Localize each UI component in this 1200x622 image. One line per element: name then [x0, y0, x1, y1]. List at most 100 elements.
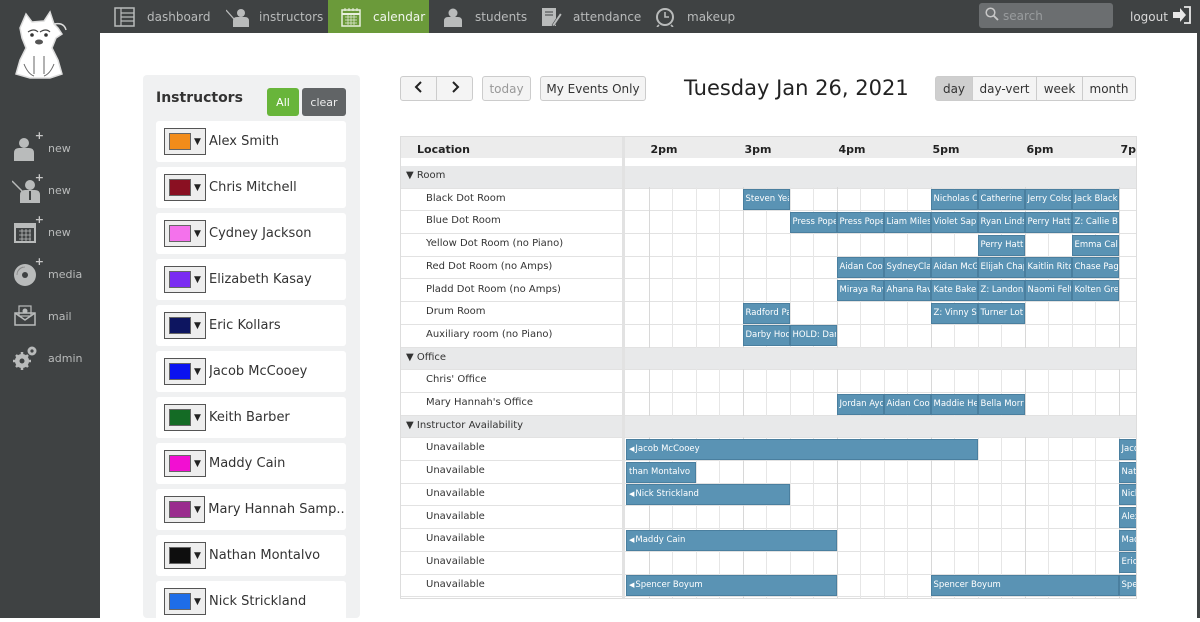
next-button[interactable] [436, 76, 473, 101]
instructor-name[interactable]: Elizabeth Kasay [209, 272, 312, 287]
calendar-event[interactable]: Nicholas C [930, 189, 978, 211]
calendar-event[interactable]: Radford Pa [742, 302, 790, 324]
prev-button[interactable] [400, 76, 437, 101]
calendar-event[interactable]: Catherine I [977, 189, 1025, 211]
color-picker-button[interactable]: ▼ [164, 588, 206, 615]
french-bulldog-logo[interactable] [10, 8, 68, 82]
instructor-name[interactable]: Nathan Montalvo [209, 548, 320, 563]
color-picker-button[interactable]: ▼ [164, 542, 206, 569]
instructor-name[interactable]: Keith Barber [209, 410, 290, 425]
calendar-event[interactable]: Eric [1118, 552, 1136, 574]
nav-attendance[interactable]: attendance [528, 0, 653, 33]
calendar-event[interactable]: Liam Miles [883, 211, 931, 233]
calendar-event[interactable]: Jerry Colso [1024, 189, 1072, 211]
resource-label: Unavailable [426, 465, 485, 477]
calendar-event[interactable]: Aidan Coop [883, 393, 931, 415]
select-all-button[interactable]: All [267, 88, 299, 116]
calendar-event[interactable]: Jordan Ayc [836, 393, 884, 415]
instructor-name[interactable]: Nick Strickland [209, 594, 306, 609]
calendar-event[interactable]: Nick [1118, 484, 1136, 506]
instructor-name[interactable]: Chris Mitchell [209, 180, 297, 195]
my-events-only-button[interactable]: My Events Only [540, 76, 646, 101]
nav-students[interactable]: students [430, 0, 539, 33]
logout-button[interactable]: logout [1130, 0, 1192, 33]
instructor-name[interactable]: Cydney Jackson [209, 226, 312, 241]
calendar-event[interactable]: ◀Nick Strickland [626, 484, 790, 506]
color-picker-button[interactable]: ▼ [164, 312, 206, 339]
calendar-event[interactable]: Kate Baker [930, 280, 978, 301]
calendar-event[interactable]: Aidan McG [930, 257, 978, 279]
calendar-event[interactable]: Chase Page [1071, 257, 1119, 279]
view-month-button[interactable]: month [1082, 76, 1136, 101]
instructor-name[interactable]: Alex Smith [209, 134, 279, 149]
color-picker-button[interactable]: ▼ [164, 450, 206, 477]
calendar-event[interactable]: Kaitlin Ritc [1024, 257, 1072, 279]
color-picker-button[interactable]: ▼ [164, 266, 206, 293]
sidebar-new-student[interactable]: + new [12, 129, 100, 163]
today-button[interactable]: today [482, 76, 531, 101]
calendar-icon [340, 7, 362, 27]
calendar-event[interactable]: Violet Sapp [930, 211, 978, 233]
calendar-event[interactable]: Elijah Chap [977, 257, 1025, 279]
calendar-event[interactable]: Turner Lot [977, 302, 1025, 324]
color-picker-button[interactable]: ▼ [164, 496, 206, 523]
calendar-event[interactable]: Press Pope [789, 211, 837, 233]
calendar-event[interactable]: Kolten Gre [1071, 280, 1119, 301]
calendar-event[interactable]: Jaco [1118, 438, 1136, 460]
calendar-event[interactable]: Spencer Boyum [930, 575, 1119, 597]
calendar-event[interactable]: Perry Hatt [977, 234, 1025, 256]
color-picker-button[interactable]: ▼ [164, 220, 206, 247]
instructor-name[interactable]: Mary Hannah Samp... [208, 502, 346, 517]
clear-button[interactable]: clear [302, 88, 346, 116]
calendar-event[interactable]: Z: Callie Ba [1071, 211, 1119, 233]
view-week-button[interactable]: week [1036, 76, 1083, 101]
instructor-name[interactable]: Jacob McCooey [209, 364, 307, 379]
instructor-item: ▼ Mary Hannah Samp... [156, 489, 346, 530]
calendar-event[interactable]: than Montalvo [626, 461, 696, 483]
view-day-button[interactable]: day [935, 76, 973, 101]
calendar-event[interactable]: Emma Calc [1071, 234, 1119, 256]
search-input[interactable] [1003, 8, 1103, 23]
nav-instructors[interactable]: instructors [214, 0, 335, 33]
calendar-event[interactable]: ◀Spencer Boyum [626, 575, 837, 597]
sidebar-new-event[interactable]: + new [12, 213, 100, 247]
calendar-event[interactable]: Ryan Linds [977, 211, 1025, 233]
calendar-event[interactable]: Press Pope [836, 211, 884, 233]
calendar-event[interactable]: Naomi Felt [1024, 280, 1072, 301]
calendar-event[interactable]: Ahana Rav [883, 280, 931, 301]
calendar-event[interactable]: ◀Jacob McCooey [626, 438, 978, 460]
nav-makeup[interactable]: makeup [642, 0, 747, 33]
color-picker-button[interactable]: ▼ [164, 358, 206, 385]
calendar-event[interactable]: Spe [1118, 575, 1136, 597]
calendar-event[interactable]: HOLD: Dar [789, 325, 837, 347]
sidebar-new-instructor[interactable]: + new [11, 171, 100, 205]
color-picker-button[interactable]: ▼ [164, 404, 206, 431]
sidebar-mail[interactable]: mail [12, 301, 100, 331]
color-picker-button[interactable]: ▼ [164, 128, 206, 155]
calendar-event[interactable]: Darby Hod [742, 325, 790, 347]
search-box[interactable] [979, 3, 1113, 28]
color-picker-button[interactable]: ▼ [164, 174, 206, 201]
calendar-event[interactable]: Aidan Coop [836, 257, 884, 279]
instructor-name[interactable]: Maddy Cain [209, 456, 285, 471]
column-divider[interactable] [622, 137, 625, 598]
calendar-event[interactable]: Jack Blackn [1071, 189, 1119, 211]
calendar-event[interactable]: Miraya Rav [836, 280, 884, 301]
calendar-event[interactable]: Z: Landon I [977, 280, 1025, 301]
calendar-event[interactable]: Alex [1118, 507, 1136, 528]
calendar-event[interactable]: Steven Yea [742, 189, 790, 211]
instructor-name[interactable]: Eric Kollars [209, 318, 281, 333]
nav-dashboard[interactable]: dashboard [102, 0, 222, 33]
calendar-event[interactable]: Nat [1118, 461, 1136, 483]
calendar-event[interactable]: Z: Vinny Sa [930, 302, 978, 324]
view-day-vert-button[interactable]: day-vert [972, 76, 1037, 101]
calendar-event[interactable]: Mad [1118, 529, 1136, 551]
sidebar-admin[interactable]: admin [12, 343, 100, 373]
calendar-event[interactable]: SydneyClai [883, 257, 931, 279]
calendar-event[interactable]: Perry Hatt [1024, 211, 1072, 233]
calendar-event[interactable]: ◀Maddy Cain [626, 529, 837, 551]
nav-calendar[interactable]: calendar [328, 0, 429, 33]
sidebar-media[interactable]: + media [12, 255, 100, 289]
calendar-event[interactable]: Maddie He [930, 393, 978, 415]
calendar-event[interactable]: Bella Morri [977, 393, 1025, 415]
